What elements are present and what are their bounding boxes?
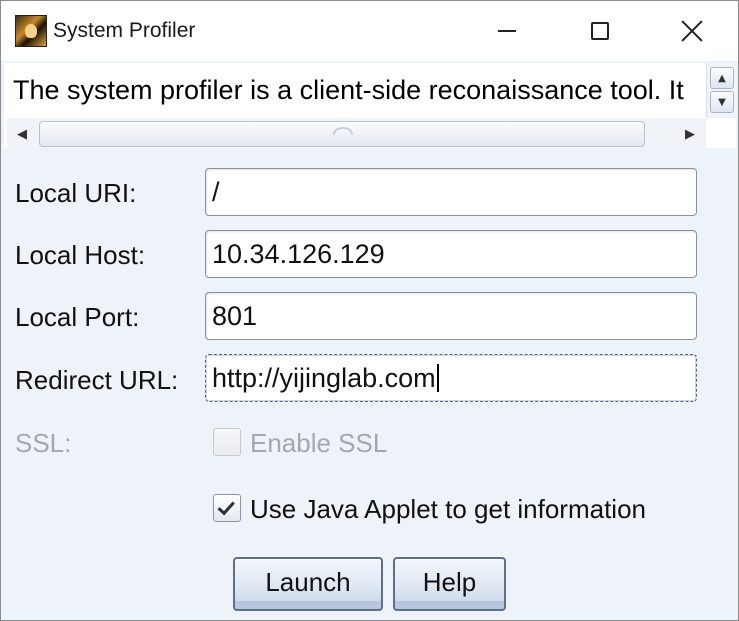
scroll-left-button[interactable]: ◀ [9,122,35,146]
app-character-icon [15,15,47,47]
local-port-label: Local Port: [15,302,140,332]
scroll-grip-icon [333,127,353,135]
local-port-value: 801 [212,301,258,331]
description-scroll-pane[interactable]: The system profiler is a client-side rec… [4,63,736,148]
local-host-label: Local Host: [15,240,146,270]
local-uri-value: / [212,177,220,207]
use-java-applet-label: Use Java Applet to get information [250,494,647,524]
local-uri-label: Local URI: [15,178,137,208]
use-java-applet-checkbox[interactable] [213,494,241,522]
horizontal-scrollbar[interactable]: ◀ ▶ [7,118,706,148]
redirect-url-input[interactable]: http://yijinglab.com [205,354,697,402]
ssl-label: SSL: [15,428,72,458]
maximize-icon [591,22,609,40]
chevron-up-icon: ▲ [718,72,726,84]
vertical-scrollbar[interactable]: ▲ ▼ [706,63,736,118]
close-icon [681,20,703,42]
scroll-right-button[interactable]: ▶ [677,122,703,146]
system-profiler-window: System Profiler The system profiler is a… [0,0,739,621]
close-button[interactable] [646,1,738,61]
chevron-down-icon: ▼ [718,96,726,108]
horizontal-scroll-thumb[interactable] [39,121,645,147]
checkmark-icon [217,496,235,515]
redirect-url-label: Redirect URL: [15,365,179,395]
maximize-button[interactable] [554,1,646,61]
local-host-value: 10.34.126.129 [212,239,385,269]
chevron-right-icon: ▶ [685,126,695,142]
description-text: The system profiler is a client-side rec… [13,75,684,105]
help-button-label: Help [422,566,477,597]
launch-button-label: Launch [265,566,351,597]
minimize-button[interactable] [461,1,553,61]
enable-ssl-label: Enable SSL [250,428,388,458]
chevron-left-icon: ◀ [17,126,27,142]
text-caret [436,364,439,392]
local-port-input[interactable]: 801 [205,292,697,340]
window-title: System Profiler [53,19,196,42]
scroll-up-button[interactable]: ▲ [710,67,734,89]
redirect-url-value: http://yijinglab.com [212,363,436,393]
launch-button[interactable]: Launch [233,557,383,611]
local-host-input[interactable]: 10.34.126.129 [205,230,697,278]
title-bar[interactable]: System Profiler [1,1,738,61]
minimize-icon [498,30,516,32]
local-uri-input[interactable]: / [205,168,697,216]
help-button[interactable]: Help [393,557,506,611]
scroll-down-button[interactable]: ▼ [710,91,734,113]
enable-ssl-checkbox[interactable] [213,428,241,456]
